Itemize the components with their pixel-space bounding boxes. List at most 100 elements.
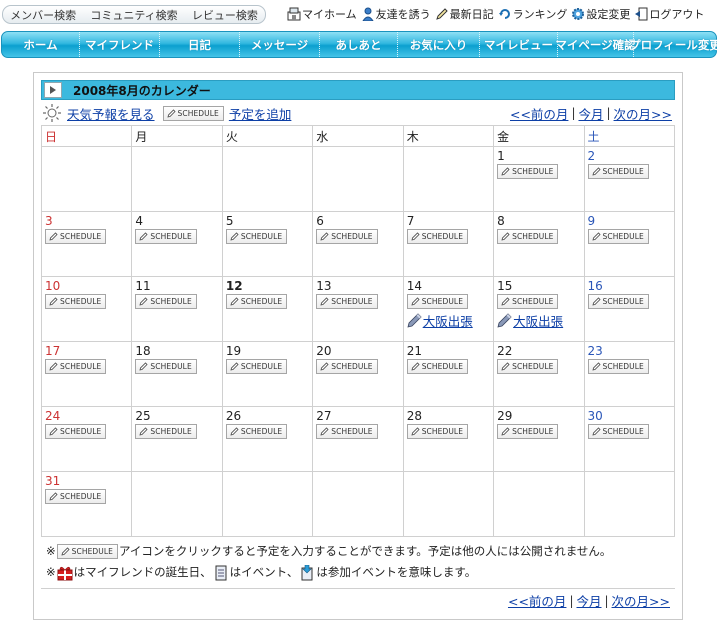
calendar-day-cell: 16 SCHEDULE — [583, 276, 676, 342]
ranking-link[interactable]: ランキング — [498, 6, 567, 22]
schedule-button[interactable]: SCHEDULE — [135, 424, 197, 439]
schedule-button[interactable]: SCHEDULE — [135, 359, 197, 374]
schedule-button[interactable]: SCHEDULE — [135, 294, 197, 309]
schedule-button[interactable]: SCHEDULE — [497, 164, 559, 179]
calendar-week-row: 17 SCHEDULE 18 SCHEDULE 19 SCHEDULE 20 SCHEDULE… — [40, 341, 676, 407]
pencil-icon — [230, 362, 239, 371]
calendar-panel: 2008年8月のカレンダー 天気予報を見る SCHEDULE 予定を追加 <<前… — [33, 72, 683, 620]
calendar-week-row: 3 SCHEDULE 4 SCHEDULE 5 SCHEDULE 6 SCHEDULE 7 SCH… — [40, 211, 676, 277]
schedule-button[interactable]: SCHEDULE — [162, 105, 224, 121]
schedule-button[interactable]: SCHEDULE — [497, 359, 559, 374]
pencil-icon — [320, 297, 329, 306]
schedule-button[interactable]: SCHEDULE — [406, 229, 469, 244]
nav-footprints[interactable]: あしあと — [320, 32, 398, 57]
event-link[interactable]: 大阪出張 — [407, 311, 490, 330]
schedule-button[interactable]: SCHEDULE — [406, 424, 469, 439]
latest-diary-link[interactable]: 最新日記 — [435, 6, 494, 22]
calendar-day-cell: 9 SCHEDULE — [583, 211, 676, 277]
nav-profile-edit[interactable]: プロフィール変更 — [629, 32, 717, 57]
pencil-icon — [501, 297, 510, 306]
prev-month-link[interactable]: <<前の月 — [508, 591, 566, 610]
review-search-link[interactable]: レビュー検索 — [192, 7, 258, 23]
logout-link[interactable]: ログアウト — [634, 6, 704, 22]
day-number: 17 — [45, 344, 61, 358]
schedule-label: SCHEDULE — [331, 427, 373, 436]
schedule-button[interactable]: SCHEDULE — [316, 229, 378, 244]
add-schedule-link[interactable]: 予定を追加 — [229, 104, 292, 123]
schedule-label: SCHEDULE — [512, 232, 554, 241]
nav-message[interactable]: メッセージ — [240, 32, 320, 57]
calendar-day-cell: 3 SCHEDULE — [40, 211, 133, 277]
schedule-button[interactable]: SCHEDULE — [135, 229, 197, 244]
schedule-button[interactable]: SCHEDULE — [316, 359, 378, 374]
settings-link[interactable]: 設定変更 — [571, 6, 630, 22]
schedule-label: SCHEDULE — [240, 427, 283, 436]
logout-icon — [635, 7, 648, 21]
day-number: 8 — [497, 214, 505, 228]
my-home-link[interactable]: マイホーム — [287, 6, 357, 22]
schedule-button[interactable]: SCHEDULE — [587, 424, 649, 439]
community-search-link[interactable]: コミュニティ検索 — [90, 7, 177, 23]
event-link[interactable]: 大阪出張 — [497, 311, 580, 330]
settings-label: 設定変更 — [586, 8, 631, 21]
calendar-day-cell: 15 SCHEDULE 大阪出張 — [493, 276, 585, 342]
schedule-button[interactable]: SCHEDULE — [497, 229, 559, 244]
schedule-button[interactable]: SCHEDULE — [587, 229, 649, 244]
legend-birthday-text: はマイフレンドの誕生日、 — [73, 565, 212, 579]
day-number: 19 — [225, 344, 242, 358]
schedule-label: SCHEDULE — [602, 427, 644, 436]
my-home-label: マイホーム — [302, 8, 357, 21]
nav-my-friend[interactable]: マイフレンド — [80, 32, 160, 57]
schedule-button[interactable]: SCHEDULE — [45, 294, 107, 309]
day-number: 26 — [225, 409, 242, 423]
nav-my-page-check[interactable]: マイページ確認 — [555, 32, 636, 57]
schedule-label: SCHEDULE — [331, 297, 373, 306]
day-number: 27 — [316, 409, 332, 423]
calendar-empty-cell — [221, 471, 314, 537]
schedule-button[interactable]: SCHEDULE — [225, 359, 288, 374]
schedule-label: SCHEDULE — [240, 232, 283, 241]
schedule-button[interactable]: SCHEDULE — [587, 164, 649, 179]
this-month-link[interactable]: 今月 — [576, 591, 601, 610]
day-number: 6 — [316, 214, 324, 228]
separator: | — [606, 106, 611, 120]
schedule-button[interactable]: SCHEDULE — [587, 359, 649, 374]
schedule-button[interactable]: SCHEDULE — [225, 294, 288, 309]
next-month-link[interactable]: 次の月>> — [614, 104, 672, 123]
pencil-icon — [591, 427, 601, 436]
schedule-label: SCHEDULE — [602, 362, 644, 371]
calendar-day-cell: 27 SCHEDULE — [312, 406, 404, 472]
calendar-day-cell: 4 SCHEDULE — [131, 211, 223, 277]
schedule-button[interactable]: SCHEDULE — [225, 229, 288, 244]
prev-month-link[interactable]: <<前の月 — [510, 104, 568, 123]
nav-my-review[interactable]: マイレビュー — [480, 32, 558, 57]
schedule-button[interactable]: SCHEDULE — [406, 294, 469, 309]
pencil-icon — [230, 232, 239, 241]
schedule-label: SCHEDULE — [331, 362, 373, 371]
this-month-link[interactable]: 今月 — [578, 104, 603, 123]
schedule-button[interactable]: SCHEDULE — [587, 294, 649, 309]
schedule-button[interactable]: SCHEDULE — [45, 229, 107, 244]
schedule-button[interactable]: SCHEDULE — [497, 294, 559, 309]
schedule-button[interactable]: SCHEDULE — [316, 424, 378, 439]
weather-forecast-link[interactable]: 天気予報を見る — [67, 104, 155, 123]
search-bar: メンバー検索 コミュニティ検索 レビュー検索 — [2, 5, 266, 24]
schedule-button[interactable]: SCHEDULE — [45, 489, 107, 504]
schedule-label: SCHEDULE — [421, 427, 464, 436]
schedule-button[interactable]: SCHEDULE — [45, 424, 107, 439]
schedule-button[interactable]: SCHEDULE — [45, 359, 107, 374]
nav-favorites[interactable]: お気に入り — [398, 32, 480, 57]
schedule-label: SCHEDULE — [71, 547, 113, 556]
schedule-button[interactable]: SCHEDULE — [406, 359, 469, 374]
schedule-label: SCHEDULE — [602, 232, 644, 241]
next-month-link[interactable]: 次の月>> — [612, 591, 670, 610]
calendar-day-cell: 13 SCHEDULE — [312, 276, 404, 342]
nav-diary[interactable]: 日記 — [160, 32, 240, 57]
day-number: 22 — [497, 344, 513, 358]
nav-home[interactable]: ホーム — [2, 32, 80, 57]
schedule-button[interactable]: SCHEDULE — [316, 294, 378, 309]
schedule-button[interactable]: SCHEDULE — [225, 424, 288, 439]
member-search-link[interactable]: メンバー検索 — [10, 7, 76, 23]
schedule-button[interactable]: SCHEDULE — [497, 424, 559, 439]
invite-friend-link[interactable]: 友達を誘う — [361, 6, 431, 22]
